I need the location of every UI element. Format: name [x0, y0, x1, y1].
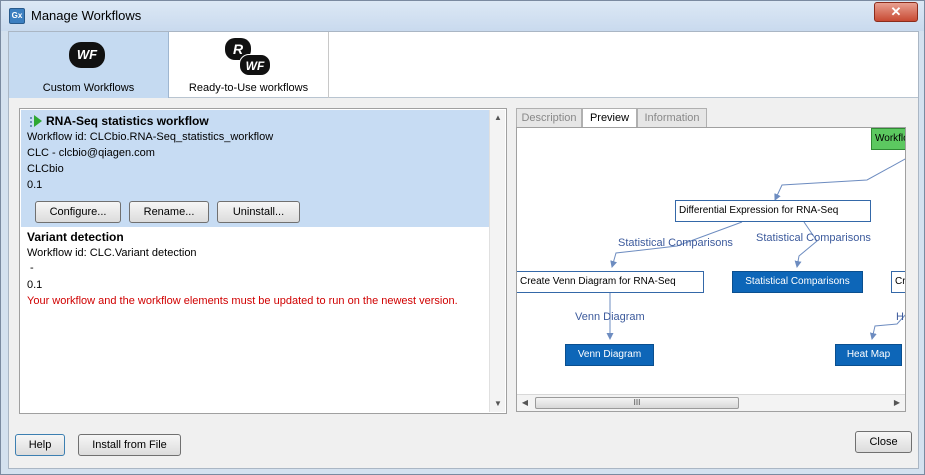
- install-from-file-button[interactable]: Install from File: [78, 434, 181, 456]
- dialog-button-bar: Help Install from File Close: [9, 422, 918, 468]
- dialog-body: WF Custom Workflows R WF Ready-to-Use wo…: [8, 31, 919, 469]
- ready-to-use-workflows-button[interactable]: R WF Ready-to-Use workflows: [169, 32, 329, 98]
- close-button[interactable]: Close: [855, 431, 912, 453]
- workflow-author: -: [27, 262, 34, 274]
- window-title: Manage Workflows: [31, 8, 142, 23]
- help-button[interactable]: Help: [15, 434, 65, 456]
- preview-node-heat-map[interactable]: Heat Map: [835, 344, 902, 366]
- scroll-right-arrow-icon[interactable]: ▶: [889, 395, 905, 411]
- list-item-variant-detection[interactable]: Variant detection Workflow id: CLC.Varia…: [21, 227, 489, 317]
- edge-label-h: H: [896, 311, 904, 323]
- workflow-list: RNA-Seq statistics workflow Workflow id:…: [19, 108, 507, 414]
- update-warning: Your workflow and the workflow elements …: [27, 295, 458, 307]
- window-close-button[interactable]: ✕: [874, 2, 918, 22]
- custom-workflows-button[interactable]: WF Custom Workflows: [9, 32, 169, 98]
- workflow-title: RNA-Seq statistics workflow: [46, 114, 209, 128]
- rwf-logo-icon: R WF: [225, 38, 271, 76]
- rwf-logo-wf: WF: [239, 54, 271, 76]
- workflow-detail-panel: Description Preview Information Workfl D…: [514, 108, 908, 414]
- preview-node-create-venn[interactable]: Create Venn Diagram for RNA-Seq: [517, 271, 704, 293]
- workflow-author: CLC - clcbio@qiagen.com: [27, 147, 155, 159]
- tab-description[interactable]: Description: [516, 108, 582, 127]
- preview-node-cut[interactable]: Cr: [891, 271, 905, 293]
- workflow-title: Variant detection: [27, 230, 124, 244]
- tab-information[interactable]: Information: [637, 108, 707, 127]
- title-bar: Gx Manage Workflows ✕: [1, 1, 924, 31]
- list-item-rna-seq[interactable]: RNA-Seq statistics workflow Workflow id:…: [21, 110, 489, 227]
- workflow-org: CLCbio: [27, 163, 64, 175]
- ready-to-use-label: Ready-to-Use workflows: [188, 82, 309, 94]
- manage-workflows-window: Gx Manage Workflows ✕ WF Custom Workflow…: [0, 0, 925, 475]
- preview-connections: [606, 158, 905, 340]
- scroll-left-arrow-icon[interactable]: ◀: [517, 395, 533, 411]
- scroll-up-arrow-icon[interactable]: ▲: [490, 110, 506, 126]
- workflow-preview-canvas[interactable]: Workflow Differential Expression for RNA…: [516, 127, 906, 412]
- workflow-version: 0.1: [27, 179, 43, 191]
- edge-label-statistical-1: Statistical Comparisons: [618, 237, 733, 249]
- workflow-play-icon: [30, 115, 42, 127]
- preview-scrollbar[interactable]: ◀ III ▶: [517, 394, 905, 411]
- uninstall-button[interactable]: Uninstall...: [217, 201, 300, 223]
- preview-node-venn-diagram[interactable]: Venn Diagram: [565, 344, 654, 366]
- preview-node-statistical-comparisons[interactable]: Statistical Comparisons: [732, 271, 863, 293]
- workflow-id: Workflow id: CLC.Variant detection: [27, 247, 197, 259]
- scroll-down-arrow-icon[interactable]: ▼: [490, 396, 506, 412]
- scroll-thumb[interactable]: III: [535, 397, 739, 409]
- edge-label-statistical-2: Statistical Comparisons: [756, 232, 871, 244]
- app-icon: Gx: [9, 8, 25, 24]
- list-scrollbar[interactable]: ▲ ▼: [489, 110, 505, 412]
- preview-node-workflow[interactable]: Workflow: [871, 128, 905, 150]
- rename-button[interactable]: Rename...: [129, 201, 209, 223]
- custom-workflows-label: Custom Workflows: [42, 82, 135, 94]
- wf-logo-icon: WF: [69, 42, 105, 68]
- configure-button[interactable]: Configure...: [35, 201, 121, 223]
- preview-node-differential-expression[interactable]: Differential Expression for RNA-Seq: [675, 200, 871, 222]
- edge-label-venn: Venn Diagram: [575, 311, 645, 323]
- workflow-version: 0.1: [27, 279, 43, 291]
- workflow-type-toolbar: WF Custom Workflows R WF Ready-to-Use wo…: [9, 32, 918, 98]
- workflow-id: Workflow id: CLCbio.RNA-Seq_statistics_w…: [27, 131, 274, 143]
- tab-preview[interactable]: Preview: [582, 108, 637, 128]
